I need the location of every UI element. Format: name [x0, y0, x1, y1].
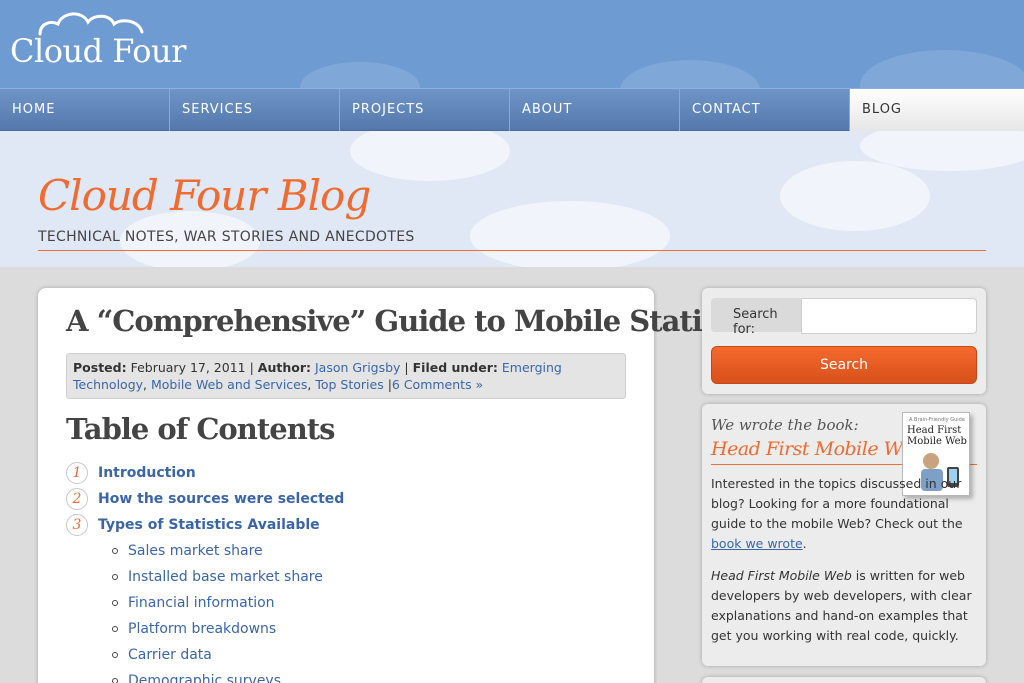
logo-text: Cloud Four: [10, 32, 186, 70]
search-input[interactable]: [801, 298, 977, 334]
toc-item: 1 Introduction: [66, 460, 626, 486]
blog-subtitle: TECHNICAL NOTES, WAR STORIES AND ANECDOT…: [38, 229, 415, 245]
toc-sublink[interactable]: Financial information: [128, 595, 275, 611]
bullet-icon: [112, 600, 118, 606]
book-name-emphasis: Head First Mobile Web: [711, 568, 852, 583]
meta-separator: |: [400, 360, 413, 375]
site-header: Cloud Four: [0, 0, 1024, 88]
banner-divider: [38, 250, 986, 251]
blog-title: Cloud Four Blog: [38, 171, 371, 220]
toc-subitem: Platform breakdowns: [66, 616, 626, 642]
sidebar-next-card: [702, 677, 986, 683]
nav-item-blog[interactable]: BLOG: [850, 89, 1024, 131]
toc-sublink[interactable]: Demographic surveys: [128, 673, 281, 683]
post-meta: Posted: February 17, 2011 | Author: Jaso…: [66, 353, 626, 399]
bullet-icon: [112, 574, 118, 580]
meta-separator: ,: [143, 377, 151, 392]
search-label: Search for:: [711, 298, 801, 337]
toc-item: 2 How the sources were selected: [66, 486, 626, 512]
posted-label: Posted:: [73, 360, 127, 375]
toc-number: 3: [66, 514, 88, 536]
toc-link-sources[interactable]: How the sources were selected: [98, 491, 344, 507]
nav-item-about[interactable]: ABOUT: [510, 89, 680, 131]
table-of-contents: 1 Introduction 2 How the sources were se…: [66, 460, 626, 683]
toc-number: 2: [66, 488, 88, 510]
toc-heading: Table of Contents: [66, 412, 336, 446]
toc-sublink[interactable]: Carrier data: [128, 647, 212, 663]
nav-item-contact[interactable]: CONTACT: [680, 89, 850, 131]
bullet-icon: [112, 626, 118, 632]
toc-number: 1: [66, 462, 88, 484]
header-cloud-decoration: [300, 62, 420, 88]
search-button[interactable]: Search: [711, 346, 977, 384]
toc-sublink[interactable]: Sales market share: [128, 543, 263, 559]
cover-tagline: A Brain-Friendly Guide: [909, 417, 965, 423]
article-card: A “Comprehensive” Guide to Mobile Statis…: [38, 288, 773, 683]
category-link-mobile-web[interactable]: Mobile Web and Services: [151, 377, 307, 392]
toc-subitem: Sales market share: [66, 538, 626, 564]
bullet-icon: [112, 652, 118, 658]
toc-link-introduction[interactable]: Introduction: [98, 465, 196, 481]
site-logo[interactable]: Cloud Four: [10, 8, 190, 74]
toc-subitem: Installed base market share: [66, 564, 626, 590]
blog-banner: Cloud Four Blog TECHNICAL NOTES, WAR STO…: [0, 131, 1024, 267]
category-link-top-stories[interactable]: Top Stories: [315, 377, 383, 392]
book-intro: Interested in the topics discussed in ou…: [711, 474, 977, 554]
author-label: Author:: [257, 360, 311, 375]
toc-sublink[interactable]: Installed base market share: [128, 569, 323, 585]
bullet-icon: [112, 678, 118, 683]
book-kicker: We wrote the book:: [711, 416, 859, 434]
banner-cloud-decoration: [470, 201, 670, 267]
banner-cloud-decoration: [350, 131, 510, 181]
filed-label: Filed under:: [412, 360, 498, 375]
book-intro-end: .: [802, 536, 807, 551]
banner-cloud-decoration: [780, 161, 930, 231]
header-cloud-decoration: [620, 60, 760, 88]
meta-separator: |: [245, 360, 258, 375]
book-promo: We wrote the book: Head First Mobile Web…: [702, 404, 986, 666]
toc-subitem: Demographic surveys: [66, 668, 626, 683]
bullet-icon: [112, 548, 118, 554]
post-title: A “Comprehensive” Guide to Mobile Statis…: [66, 304, 773, 338]
comments-link[interactable]: 6 Comments »: [392, 377, 483, 392]
cover-title: Head First Mobile Web: [907, 425, 967, 447]
nav-item-projects[interactable]: PROJECTS: [340, 89, 510, 131]
meta-separator: |: [383, 377, 392, 392]
nav-item-services[interactable]: SERVICES: [170, 89, 340, 131]
book-intro-text: Interested in the topics discussed in ou…: [711, 476, 963, 531]
header-cloud-decoration: [860, 50, 1024, 88]
author-link[interactable]: Jason Grigsby: [315, 360, 400, 375]
post-date: February 17, 2011: [130, 360, 246, 375]
toc-sublink[interactable]: Platform breakdowns: [128, 621, 276, 637]
nav-item-home[interactable]: HOME: [0, 89, 170, 131]
toc-subitem: Financial information: [66, 590, 626, 616]
toc-item: 3 Types of Statistics Available: [66, 512, 626, 538]
book-description: Head First Mobile Web is written for web…: [711, 566, 977, 646]
main-nav: HOME SERVICES PROJECTS ABOUT CONTACT BLO…: [0, 88, 1024, 131]
search-widget: Search for: Search: [702, 288, 986, 394]
toc-link-types[interactable]: Types of Statistics Available: [98, 517, 320, 533]
book-title[interactable]: Head First Mobile Web: [711, 438, 924, 460]
toc-subitem: Carrier data: [66, 642, 626, 668]
book-link[interactable]: book we wrote: [711, 536, 803, 551]
